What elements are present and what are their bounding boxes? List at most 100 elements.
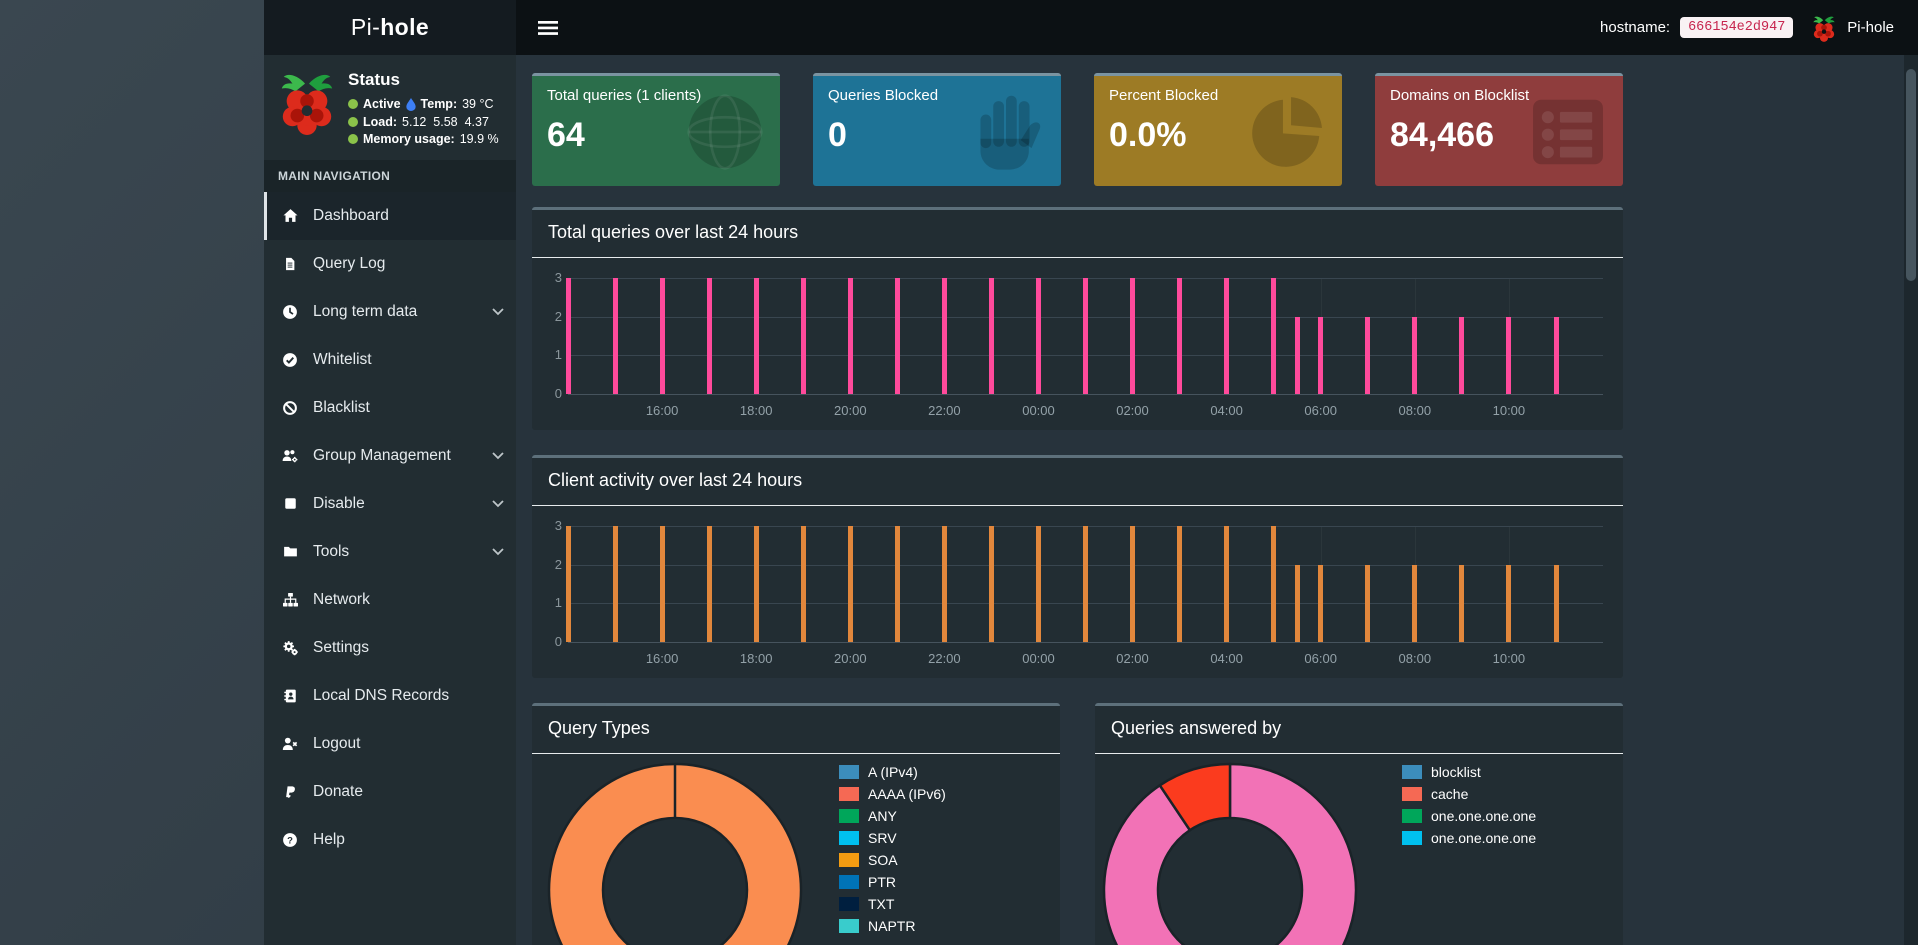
bar[interactable] (800, 526, 806, 642)
sidebar-item-logout[interactable]: Logout (264, 720, 516, 768)
queries-answered-by-legend: blocklist cache one.one.one.one one.one.one… (1402, 764, 1536, 846)
bar[interactable] (612, 526, 618, 642)
sidebar-item-group-management[interactable]: Group Management (264, 432, 516, 480)
legend-item[interactable]: TXT (839, 895, 946, 912)
legend-label: TXT (868, 895, 895, 912)
queries-answered-by-panel: Queries answered by blocklist cache one.on… (1095, 703, 1623, 945)
bar[interactable] (1036, 526, 1041, 642)
sidebar-item-dashboard[interactable]: Dashboard (264, 191, 516, 240)
sidebar-item-query-log[interactable]: Query Log (264, 240, 516, 288)
bar[interactable] (1318, 564, 1324, 642)
bar[interactable] (941, 278, 947, 394)
bar[interactable] (1083, 526, 1088, 642)
bar[interactable] (847, 526, 853, 642)
bar[interactable] (565, 526, 571, 642)
bar[interactable] (1553, 316, 1559, 394)
legend-item[interactable]: ANY (839, 808, 946, 824)
bar[interactable] (1294, 564, 1300, 642)
bar[interactable] (1271, 278, 1277, 394)
bar[interactable] (706, 526, 712, 642)
legend-swatch (839, 786, 859, 801)
bar[interactable] (1412, 316, 1418, 394)
bar[interactable] (1271, 526, 1277, 642)
legend-item[interactable]: PTR (839, 873, 946, 890)
legend-label: SRV (868, 829, 897, 846)
legend-item[interactable]: SOA (839, 852, 946, 868)
status-info: Status Active Temp: 39 °C Load: 5.12 5.58 4… (348, 67, 499, 150)
bar[interactable] (1294, 316, 1300, 394)
sidebar-item-network[interactable]: Network (264, 576, 516, 624)
bar[interactable] (988, 526, 994, 642)
sidebar-item-label: Tools (313, 542, 350, 560)
bar[interactable] (706, 278, 712, 394)
sidebar-item-whitelist[interactable]: Whitelist (264, 336, 516, 384)
app-logo[interactable]: Pi-hole (264, 0, 516, 55)
scrollbar-thumb[interactable] (1906, 69, 1916, 281)
sidebar-item-label: Network (313, 590, 370, 608)
bar[interactable] (1036, 278, 1041, 394)
legend-item[interactable]: AAAA (IPv6) (839, 786, 946, 802)
bar[interactable] (941, 526, 947, 642)
bar[interactable] (1177, 278, 1183, 394)
bar[interactable] (753, 526, 759, 642)
total-queries-chart[interactable]: 16:00 18:00 20:00 22:00 00:00 02:00 04:00 06:00… (538, 258, 1617, 428)
bar[interactable] (1506, 564, 1512, 642)
bar[interactable] (1318, 316, 1324, 394)
bar[interactable] (1506, 316, 1512, 394)
bar[interactable] (1459, 316, 1465, 394)
sidebar-item-blacklist[interactable]: Blacklist (264, 384, 516, 432)
queries-answered-by-donut[interactable] (1100, 760, 1360, 945)
bar[interactable] (1130, 526, 1135, 642)
raspberry-logo-icon (1811, 13, 1837, 43)
legend-item[interactable]: one.one.one.one (1402, 808, 1536, 824)
sidebar-item-disable[interactable]: Disable (264, 480, 516, 528)
x-axis-tick: 02:00 (1116, 651, 1149, 666)
bar[interactable] (800, 278, 806, 394)
legend-item[interactable]: SRV (839, 829, 946, 846)
bar[interactable] (988, 278, 994, 394)
status-ok-icon (348, 134, 358, 144)
sidebar-item-help[interactable]: ? Help (264, 816, 516, 864)
x-axis-tick: 22:00 (928, 403, 961, 418)
bar[interactable] (612, 278, 618, 394)
bar[interactable] (1177, 526, 1183, 642)
sidebar-item-label: Local DNS Records (313, 686, 450, 704)
bar[interactable] (1224, 526, 1230, 642)
bar[interactable] (1224, 278, 1230, 394)
bar[interactable] (894, 526, 900, 642)
bar[interactable] (565, 278, 571, 394)
main-navigation: Dashboard Query Log Long term data Whitelis… (264, 191, 516, 864)
pie-chart-icon (1244, 89, 1330, 175)
bar[interactable] (847, 278, 853, 394)
bar[interactable] (753, 278, 759, 394)
sidebar-item-donate[interactable]: Donate (264, 768, 516, 816)
bar[interactable] (1365, 316, 1371, 394)
sidebar-item-long-term-data[interactable]: Long term data (264, 288, 516, 336)
legend-item[interactable]: one.one.one.one (1402, 830, 1536, 846)
query-types-donut[interactable] (545, 760, 805, 945)
bar[interactable] (894, 278, 900, 394)
bar[interactable] (1412, 564, 1418, 642)
legend-label: PTR (868, 873, 896, 890)
sidebar-toggle-button[interactable] (538, 20, 558, 36)
bar[interactable] (1083, 278, 1088, 394)
bar[interactable] (1459, 564, 1465, 642)
sidebar-item-tools[interactable]: Tools (264, 528, 516, 576)
bar[interactable] (1553, 564, 1559, 642)
legend-item[interactable]: blocklist (1402, 764, 1536, 780)
legend-item[interactable]: cache (1402, 786, 1536, 802)
bar[interactable] (1130, 278, 1135, 394)
bar[interactable] (1365, 564, 1371, 642)
legend-item[interactable]: A (IPv4) (839, 764, 946, 780)
sidebar-item-settings[interactable]: Settings (264, 624, 516, 672)
folder-icon (280, 543, 300, 560)
bar[interactable] (659, 526, 665, 642)
gears-icon (280, 639, 300, 656)
brand-link[interactable]: Pi-hole (1847, 19, 1894, 36)
x-axis-tick: 06:00 (1304, 651, 1337, 666)
sidebar-item-local-dns-records[interactable]: Local DNS Records (264, 672, 516, 720)
legend-item[interactable]: NAPTR (839, 918, 946, 934)
page-scrollbar[interactable] (1904, 55, 1918, 945)
bar[interactable] (659, 278, 665, 394)
client-activity-chart[interactable]: 16:00 18:00 20:00 22:00 00:00 02:00 04:00 06:00… (538, 506, 1617, 676)
